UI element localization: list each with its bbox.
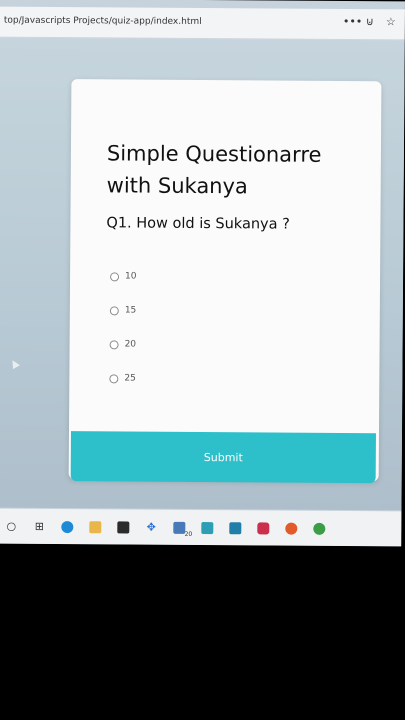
l-app-icon[interactable]: [198, 518, 216, 536]
mail-icon[interactable]: 20: [170, 518, 192, 537]
monitor-screen: top/Javascripts Projects/quiz-app/index.…: [0, 0, 405, 547]
more-icon[interactable]: •••: [343, 15, 363, 28]
star-icon[interactable]: ☆: [385, 15, 397, 28]
question-text: Q1. How old is Sukanya ?: [106, 215, 290, 233]
windows-taskbar: ○ ⊞ ✥ 20: [0, 508, 402, 547]
mail-badge: 20: [184, 530, 193, 538]
store-icon[interactable]: [114, 518, 132, 536]
url-text[interactable]: top/Javascripts Projects/quiz-app/index.…: [4, 16, 202, 27]
edge-icon[interactable]: [58, 518, 76, 536]
answer-option[interactable]: 25: [109, 361, 136, 395]
radio-button[interactable]: [109, 373, 119, 383]
pocket-icon[interactable]: ⊍: [364, 15, 376, 28]
submit-button[interactable]: Submit: [70, 431, 376, 484]
option-label: 20: [124, 339, 137, 350]
option-label: 15: [124, 305, 137, 316]
option-label: 25: [124, 373, 136, 384]
radio-button[interactable]: [110, 271, 120, 281]
pocket-app-icon[interactable]: [254, 519, 272, 537]
photoshop-icon[interactable]: [226, 519, 244, 537]
radio-button[interactable]: [109, 339, 119, 349]
radio-button[interactable]: [109, 305, 119, 315]
quiz-title: Simple Questionarre with Sukanya: [106, 141, 322, 199]
start-icon[interactable]: ○: [2, 517, 20, 535]
chrome-icon[interactable]: [310, 519, 328, 537]
firefox-icon[interactable]: [282, 519, 300, 537]
answer-option[interactable]: 20: [109, 327, 136, 361]
option-label: 10: [125, 271, 137, 282]
dropbox-icon[interactable]: ✥: [142, 518, 160, 536]
task-view-icon[interactable]: ⊞: [30, 517, 48, 535]
browser-toolbar-icons: ••• ⊍ ☆: [343, 15, 397, 28]
answer-option[interactable]: 10: [110, 259, 137, 293]
answer-options: 10 15 20 25: [109, 259, 137, 395]
file-explorer-icon[interactable]: [86, 518, 104, 536]
quiz-card: Simple Questionarre with Sukanya Q1. How…: [68, 79, 382, 484]
browser-address-bar[interactable]: top/Javascripts Projects/quiz-app/index.…: [0, 6, 405, 41]
answer-option[interactable]: 15: [109, 293, 137, 327]
